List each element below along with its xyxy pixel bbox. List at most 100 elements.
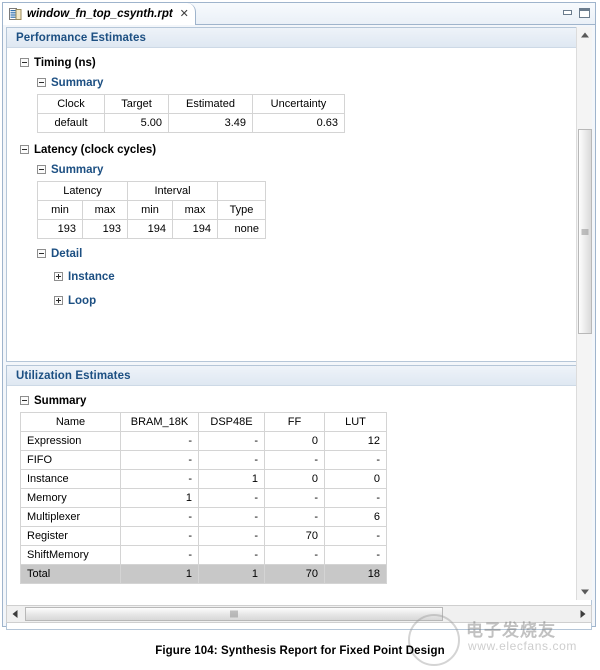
table-header-cell: Clock: [38, 95, 105, 114]
table-header-cell: max: [173, 201, 218, 220]
tree-node-latency-summary-label: Summary: [51, 164, 103, 176]
collapse-icon-latency[interactable]: [20, 145, 29, 154]
table-cell: Instance: [21, 470, 121, 489]
scroll-up-arrow[interactable]: [577, 27, 593, 43]
window-controls: [561, 7, 591, 19]
tree-node-latency[interactable]: Latency (clock cycles): [7, 141, 591, 158]
table-cell: 1: [121, 489, 199, 508]
tree-node-latency-label: Latency (clock cycles): [34, 144, 156, 156]
table-cell: -: [265, 451, 325, 470]
vertical-scrollbar-thumb[interactable]: [578, 129, 592, 334]
utilization-estimates-body: Summary Name BRAM_18K DSP48E FF: [7, 386, 591, 629]
table-cell: 70: [265, 565, 325, 584]
table-cell: 1: [121, 565, 199, 584]
table-cell: 1: [199, 565, 265, 584]
table-cell: -: [199, 451, 265, 470]
table-cell: -: [265, 508, 325, 527]
minimize-icon[interactable]: [561, 7, 574, 19]
horizontal-scrollbar[interactable]: [6, 605, 592, 623]
table-header-cell: max: [83, 201, 128, 220]
performance-estimates-title: Performance Estimates: [16, 32, 146, 44]
tree-node-timing-label: Timing (ns): [34, 57, 96, 69]
maximize-icon[interactable]: [578, 7, 591, 19]
table-header-cell: FF: [265, 413, 325, 432]
performance-estimates-panel: Performance Estimates Timing (ns) Summar…: [6, 27, 592, 362]
report-file-icon: [9, 8, 22, 21]
utilization-estimates-title: Utilization Estimates: [16, 370, 131, 382]
table-cell: -: [121, 546, 199, 565]
table-cell: -: [121, 432, 199, 451]
table-header-cell: LUT: [325, 413, 387, 432]
table-header-cell: Type: [218, 201, 266, 220]
latency-summary-table: Latency Interval min max min max Type: [37, 181, 266, 239]
scroll-left-arrow[interactable]: [7, 606, 23, 622]
table-cell: -: [121, 470, 199, 489]
expand-icon-loop[interactable]: [54, 296, 63, 305]
collapse-icon-timing-summary[interactable]: [37, 78, 46, 87]
utilization-summary-table-wrap: Name BRAM_18K DSP48E FF LUT Expression: [20, 412, 591, 584]
table-row: Multiplexer - - - 6: [21, 508, 387, 527]
collapse-icon-latency-detail[interactable]: [37, 249, 46, 258]
latency-summary-table-wrap: Latency Interval min max min max Type: [37, 181, 591, 239]
tree-node-detail-loop[interactable]: Loop: [7, 292, 591, 309]
table-row: 193 193 194 194 none: [38, 220, 266, 239]
tree-node-utilization-summary[interactable]: Summary: [7, 392, 591, 409]
table-cell: Expression: [21, 432, 121, 451]
utilization-estimates-header: Utilization Estimates: [7, 366, 591, 386]
table-cell: -: [199, 489, 265, 508]
table-cell: Register: [21, 527, 121, 546]
report-editor-window: window_fn_top_csynth.rpt ✕ Performance E…: [2, 2, 596, 627]
close-icon[interactable]: ✕: [180, 9, 189, 20]
table-cell: 18: [325, 565, 387, 584]
table-cell: default: [38, 114, 105, 133]
table-cell: 6: [325, 508, 387, 527]
table-cell: -: [121, 451, 199, 470]
table-header-cell: min: [128, 201, 173, 220]
table-cell: Multiplexer: [21, 508, 121, 527]
table-group-header-row: Latency Interval: [38, 182, 266, 201]
table-row: default 5.00 3.49 0.63: [38, 114, 345, 133]
table-header-cell: DSP48E: [199, 413, 265, 432]
table-group-header-cell-blank: [218, 182, 266, 201]
tree-node-detail-loop-label: Loop: [68, 295, 96, 307]
table-cell: 70: [265, 527, 325, 546]
table-cell: -: [265, 546, 325, 565]
table-cell: none: [218, 220, 266, 239]
performance-estimates-body: Timing (ns) Summary Clock Target: [7, 48, 591, 361]
table-cell: -: [325, 546, 387, 565]
tree-node-timing-summary[interactable]: Summary: [7, 74, 591, 91]
collapse-icon-latency-summary[interactable]: [37, 165, 46, 174]
tree-node-latency-detail[interactable]: Detail: [7, 245, 591, 262]
collapse-icon-utilization-summary[interactable]: [20, 396, 29, 405]
tree-node-timing-summary-label: Summary: [51, 77, 103, 89]
table-cell: Memory: [21, 489, 121, 508]
table-cell: -: [325, 489, 387, 508]
horizontal-scrollbar-thumb[interactable]: [25, 607, 443, 621]
expand-icon-instance[interactable]: [54, 272, 63, 281]
table-cell: 3.49: [169, 114, 253, 133]
screenshot-root: window_fn_top_csynth.rpt ✕ Performance E…: [0, 0, 600, 670]
table-row: Memory 1 - - -: [21, 489, 387, 508]
tree-node-detail-instance-label: Instance: [68, 271, 115, 283]
scroll-right-arrow[interactable]: [575, 606, 591, 622]
table-cell: 0: [325, 470, 387, 489]
tree-node-timing[interactable]: Timing (ns): [7, 54, 591, 71]
collapse-icon-timing[interactable]: [20, 58, 29, 67]
scroll-down-arrow[interactable]: [577, 584, 593, 600]
table-row: Instance - 1 0 0: [21, 470, 387, 489]
table-cell: Total: [21, 565, 121, 584]
vertical-scrollbar[interactable]: [576, 27, 592, 600]
table-header-row: Clock Target Estimated Uncertainty: [38, 95, 345, 114]
table-cell: 12: [325, 432, 387, 451]
scrollbar-grip-icon: [582, 229, 589, 234]
table-cell: 5.00: [105, 114, 169, 133]
tree-node-latency-summary[interactable]: Summary: [7, 161, 591, 178]
table-cell: ShiftMemory: [21, 546, 121, 565]
tree-node-detail-instance[interactable]: Instance: [7, 268, 591, 285]
editor-tab-label: window_fn_top_csynth.rpt: [27, 8, 173, 20]
editor-tab-window-fn-top-csynth[interactable]: window_fn_top_csynth.rpt ✕: [3, 3, 196, 25]
table-cell: 1: [199, 470, 265, 489]
table-header-cell: Uncertainty: [253, 95, 345, 114]
table-cell: 194: [173, 220, 218, 239]
table-row: Expression - - 0 12: [21, 432, 387, 451]
